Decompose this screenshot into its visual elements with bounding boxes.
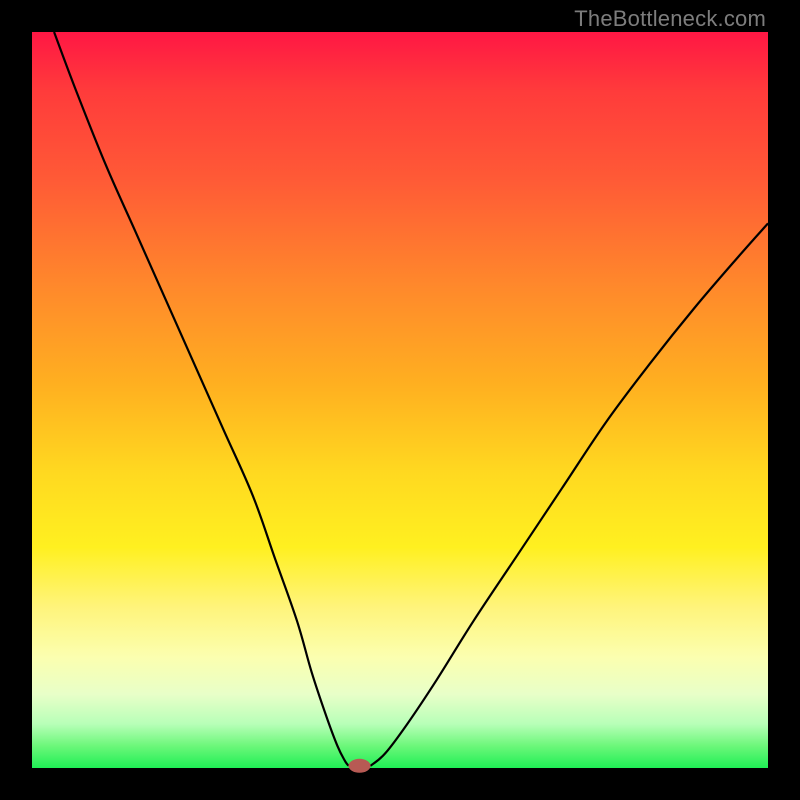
optimal-marker bbox=[349, 759, 371, 773]
curve-left bbox=[54, 32, 348, 766]
chart-frame: TheBottleneck.com bbox=[0, 0, 800, 800]
curve-layer bbox=[32, 32, 768, 768]
watermark-text: TheBottleneck.com bbox=[574, 6, 766, 32]
curve-right bbox=[371, 223, 768, 765]
plot-area bbox=[32, 32, 768, 768]
